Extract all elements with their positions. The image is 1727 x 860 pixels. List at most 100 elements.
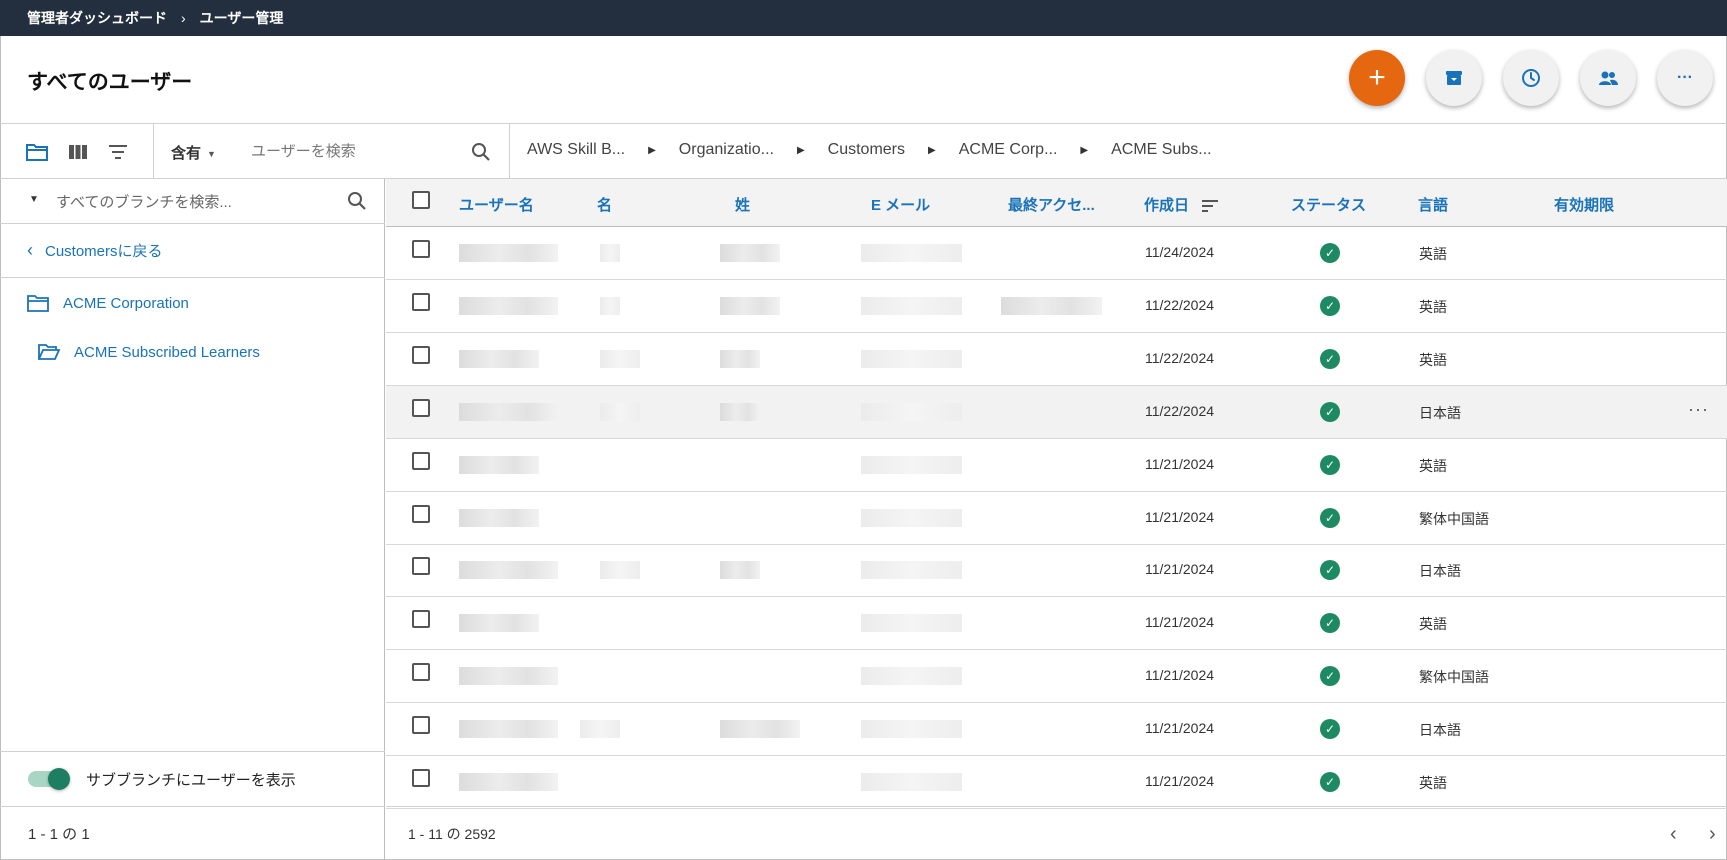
redacted-value	[600, 561, 640, 580]
archive-button[interactable]	[1426, 50, 1482, 106]
row-checkbox[interactable]	[412, 663, 430, 682]
redacted-value	[580, 720, 620, 739]
add-user-button[interactable]: +	[1349, 50, 1405, 106]
row-more-icon[interactable]: ···	[1688, 399, 1709, 420]
row-checkbox[interactable]	[412, 610, 430, 629]
created-date-cell: 11/21/2024	[1145, 720, 1215, 737]
more-actions-button[interactable]: ···	[1657, 50, 1713, 106]
archive-icon	[1446, 71, 1462, 85]
column-expiration[interactable]: 有効期限	[1554, 194, 1614, 215]
table-row[interactable]: 11/21/2024 ✓ 繁体中国語	[386, 650, 1727, 704]
column-last-access[interactable]: 最終アクセ...	[1008, 194, 1095, 215]
table-row[interactable]: 11/21/2024 ✓ 日本語	[386, 703, 1727, 757]
path-item[interactable]: Organizatio...	[679, 141, 774, 159]
tree-item-acme-corporation[interactable]: ACME Corporation	[27, 294, 189, 312]
columns-button[interactable]	[66, 140, 90, 164]
redacted-value	[861, 244, 962, 262]
select-all-checkbox[interactable]	[412, 191, 430, 209]
created-date-cell: 11/22/2024	[1145, 349, 1215, 366]
branch-search-input[interactable]	[56, 188, 336, 216]
language-cell: 英語	[1419, 616, 1447, 633]
next-page-button[interactable]: ›	[1709, 823, 1716, 846]
row-checkbox[interactable]	[412, 292, 430, 311]
clock-icon	[1522, 69, 1540, 87]
filter-mode-dropdown[interactable]: 含有 ▼	[171, 142, 216, 163]
path-item[interactable]: ACME Corp...	[959, 141, 1058, 159]
redacted-value	[720, 402, 760, 421]
row-checkbox[interactable]	[412, 557, 430, 576]
previous-page-button[interactable]: ‹	[1670, 823, 1677, 846]
row-checkbox[interactable]	[412, 240, 430, 258]
sidebar-page-range: 1 - 1 の 1	[28, 826, 90, 843]
redacted-value	[600, 402, 640, 421]
caret-down-icon[interactable]: ▼	[29, 194, 39, 205]
tree-item-acme-subscribed-learners[interactable]: ACME Subscribed Learners	[38, 343, 260, 361]
column-last-name[interactable]: 姓	[735, 194, 750, 215]
language-cell: 日本語	[1419, 404, 1461, 421]
user-search-input[interactable]	[251, 137, 451, 165]
table-row[interactable]: 11/22/2024 ✓ 日本語 ···	[386, 385, 1727, 439]
table-row[interactable]: 11/21/2024 ✓ 英語	[386, 597, 1727, 651]
search-icon	[472, 143, 490, 161]
column-first-name[interactable]: 名	[597, 194, 612, 215]
created-date-cell: 11/21/2024	[1145, 561, 1215, 578]
status-active-icon: ✓	[1320, 719, 1340, 740]
row-checkbox[interactable]	[412, 769, 430, 787]
created-date-cell: 11/21/2024	[1145, 773, 1215, 789]
row-checkbox[interactable]	[412, 716, 430, 735]
groups-button[interactable]	[1580, 50, 1636, 106]
toolbar: 含有 ▼ AWS Skill B... ▶ Organizatio... ▶ Cu…	[0, 124, 1727, 179]
row-checkbox[interactable]	[412, 451, 430, 470]
table-row[interactable]: 11/22/2024 ✓ 英語	[386, 280, 1727, 333]
row-checkbox[interactable]	[412, 345, 430, 364]
table-row[interactable]: 11/24/2024 ✓ 英語	[386, 227, 1727, 280]
redacted-value	[861, 455, 962, 474]
redacted-value	[459, 349, 539, 368]
table-row[interactable]: 11/21/2024 ✓ 英語	[386, 439, 1727, 492]
top-breadcrumb: 管理者ダッシュボード › ユーザー管理	[0, 0, 1727, 36]
table-row[interactable]: 11/21/2024 ✓ 英語	[386, 756, 1727, 809]
redacted-value	[861, 667, 962, 686]
sort-icon	[1202, 200, 1219, 213]
folder-view-button[interactable]	[25, 140, 49, 164]
path-item[interactable]: ACME Subs...	[1111, 141, 1211, 159]
row-checkbox[interactable]	[412, 398, 430, 417]
redacted-value	[720, 349, 760, 368]
filter-icon	[109, 145, 127, 159]
language-cell: 日本語	[1419, 722, 1461, 739]
vertical-scrollbar[interactable]	[1717, 227, 1727, 806]
redacted-value	[600, 244, 620, 262]
created-date-cell: 11/24/2024	[1145, 244, 1215, 260]
breadcrumb-root[interactable]: 管理者ダッシュボード	[27, 8, 167, 28]
table-row[interactable]: 11/21/2024 ✓ 繁体中国語	[386, 492, 1727, 545]
user-search-button[interactable]	[469, 140, 493, 164]
back-to-customers-link[interactable]: ‹ Customersに戻る	[0, 224, 385, 278]
filter-button[interactable]	[106, 140, 130, 164]
created-date-cell: 11/21/2024	[1145, 614, 1215, 631]
table-row[interactable]: 11/21/2024 ✓ 日本語	[386, 544, 1727, 598]
table-row[interactable]: 11/22/2024 ✓ 英語	[386, 333, 1727, 386]
caret-right-icon: ▶	[928, 144, 936, 156]
toolbar-divider	[153, 124, 154, 178]
redacted-value	[720, 561, 760, 580]
column-created-label: 作成日	[1144, 197, 1190, 214]
column-created-date[interactable]: 作成日	[1144, 194, 1219, 215]
history-button[interactable]	[1503, 50, 1559, 106]
path-item[interactable]: AWS Skill B...	[527, 141, 625, 159]
search-icon[interactable]	[347, 191, 367, 215]
row-checkbox[interactable]	[412, 504, 430, 523]
redacted-value	[459, 614, 539, 633]
path-item[interactable]: Customers	[828, 141, 905, 159]
sidebar-pagination: 1 - 1 の 1	[0, 806, 385, 860]
column-email[interactable]: E メール	[871, 194, 930, 215]
column-status[interactable]: ステータス	[1291, 194, 1366, 215]
table-header: ユーザー名 名 姓 E メール 最終アクセ... 作成日 ステータス 言語 有効…	[386, 179, 1727, 227]
redacted-value	[861, 561, 962, 580]
language-cell: 繁体中国語	[1419, 669, 1489, 686]
redacted-value	[861, 614, 962, 633]
redacted-value	[459, 402, 558, 421]
show-subbranch-users-toggle[interactable]	[28, 768, 70, 790]
redacted-value	[861, 720, 962, 739]
column-language[interactable]: 言語	[1418, 194, 1448, 215]
column-username[interactable]: ユーザー名	[459, 194, 534, 215]
